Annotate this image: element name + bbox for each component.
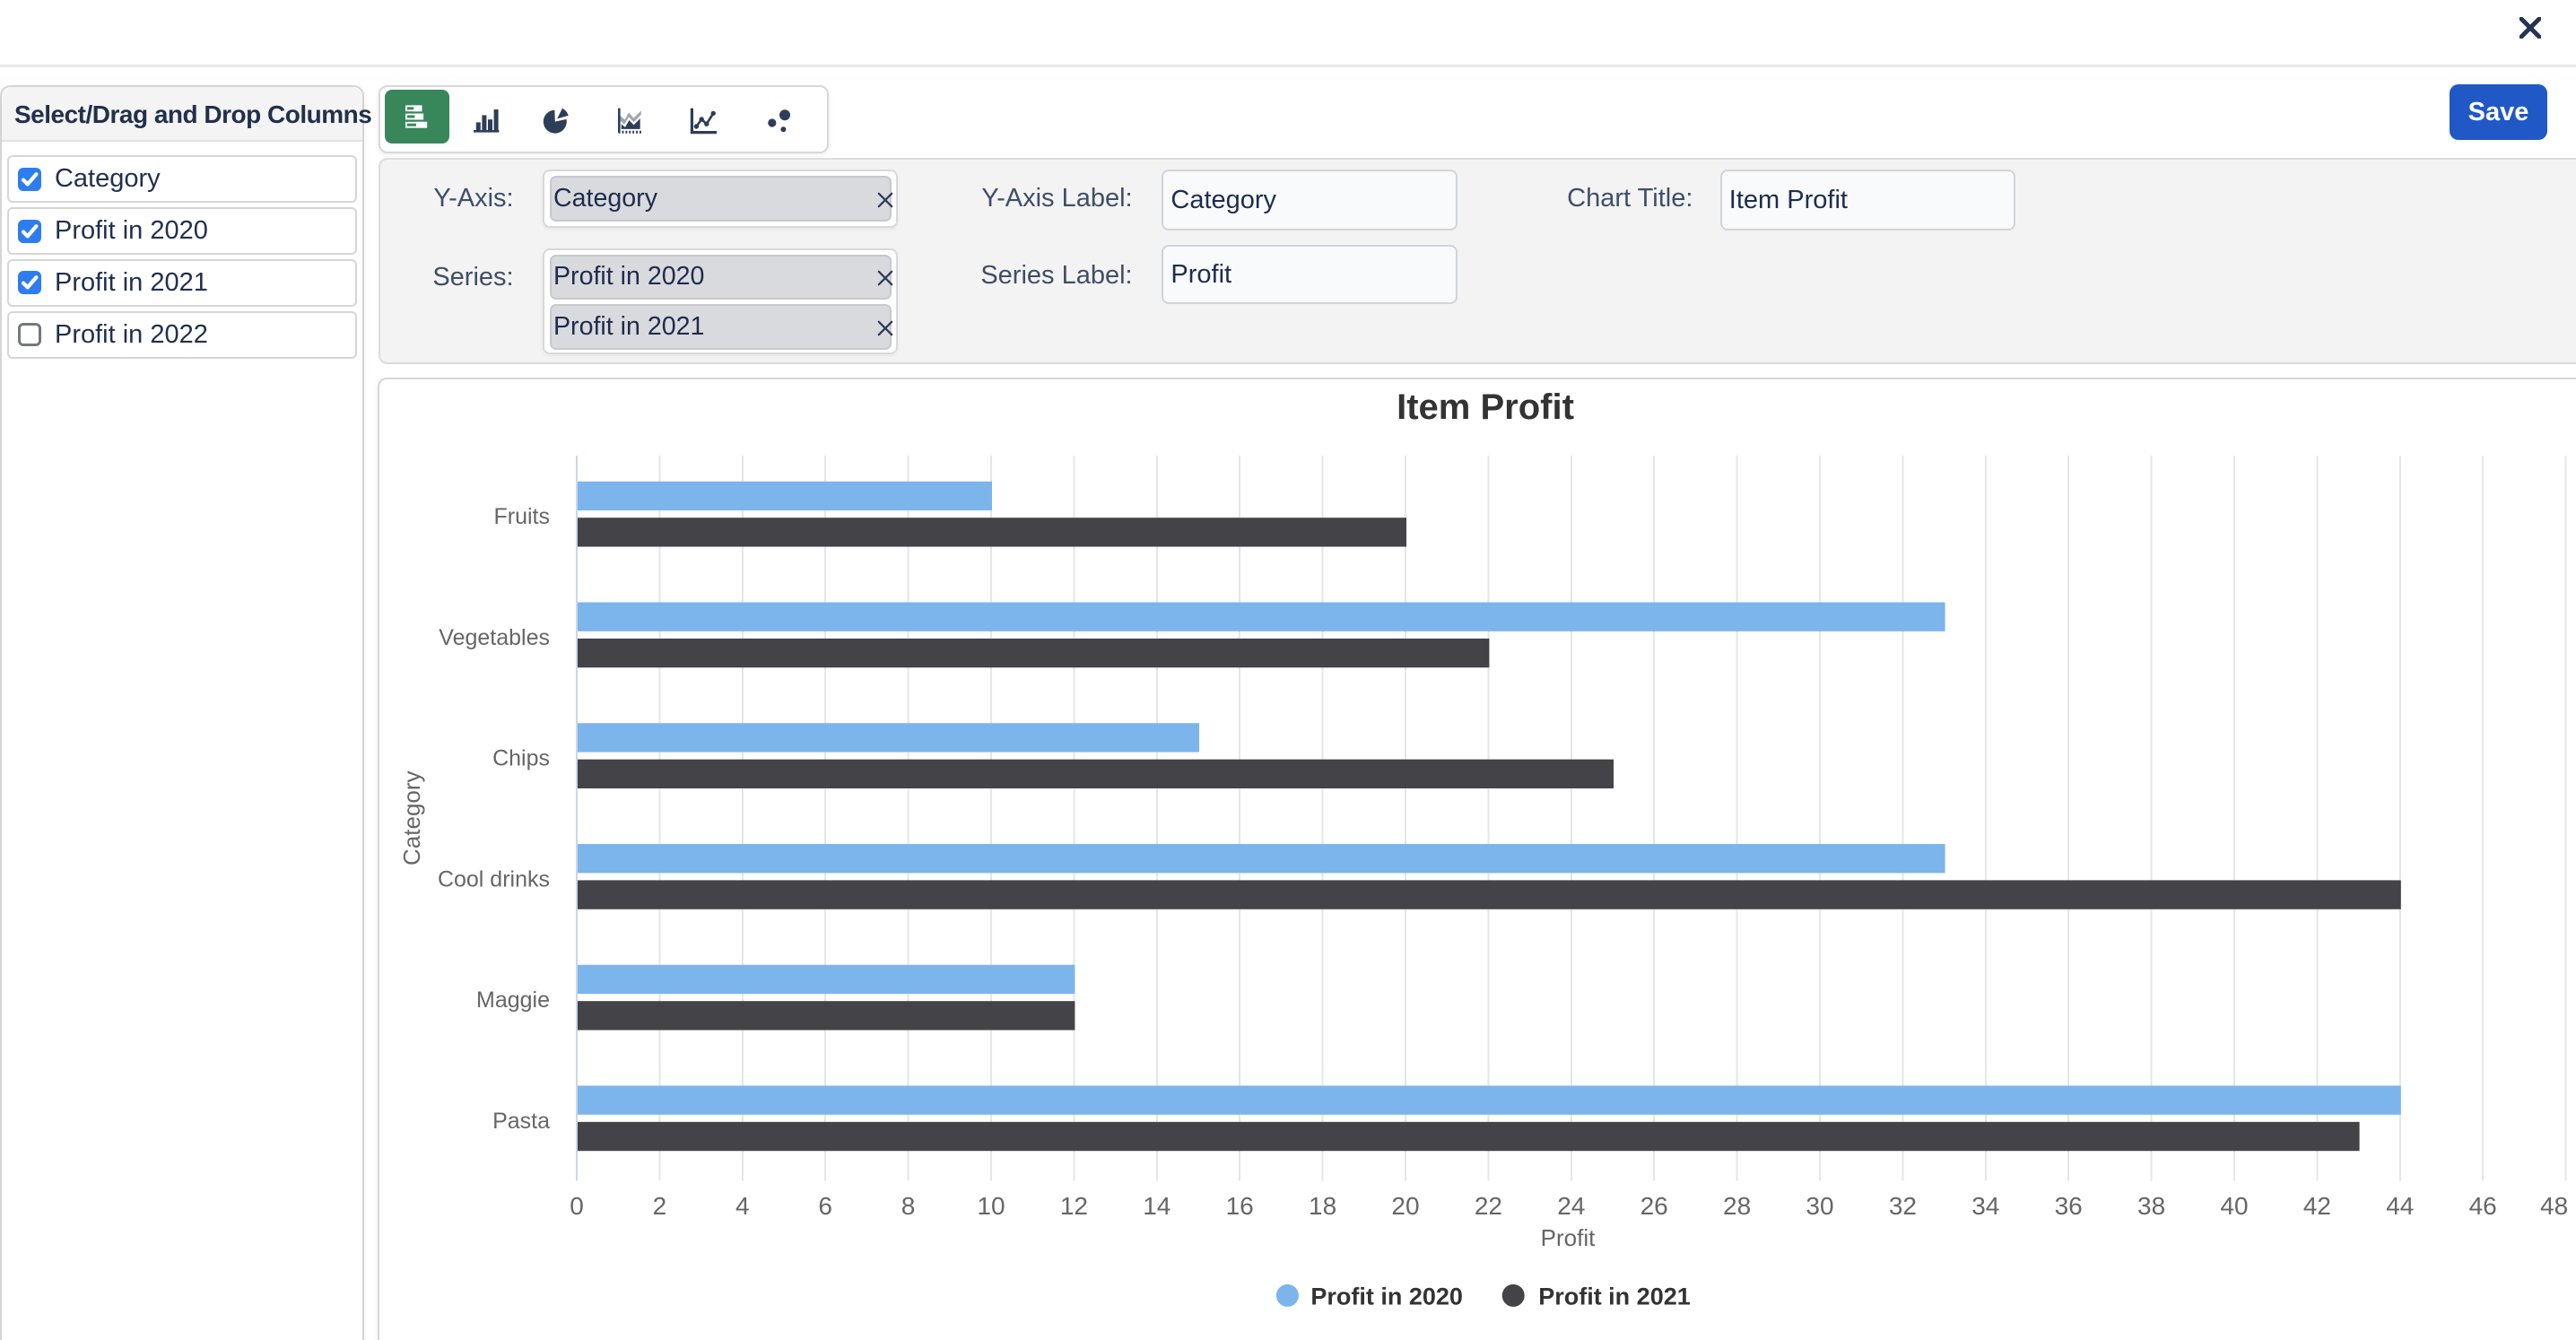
svg-text:38: 38: [2137, 1192, 2165, 1220]
svg-text:Vegetables: Vegetables: [439, 625, 550, 650]
svg-text:8: 8: [901, 1192, 916, 1220]
svg-text:6: 6: [818, 1192, 832, 1220]
svg-text:Profit: Profit: [1541, 1224, 1596, 1251]
svg-text:22: 22: [1475, 1192, 1502, 1220]
svg-text:44: 44: [2386, 1192, 2414, 1220]
svg-text:Chips: Chips: [492, 746, 550, 771]
svg-text:40: 40: [2220, 1192, 2248, 1220]
svg-text:36: 36: [2055, 1192, 2083, 1220]
svg-text:12: 12: [1060, 1192, 1088, 1220]
svg-text:4: 4: [735, 1192, 750, 1220]
svg-text:2: 2: [653, 1192, 667, 1220]
svg-text:46: 46: [2469, 1192, 2497, 1220]
svg-text:Profit in 2021: Profit in 2021: [1538, 1283, 1691, 1310]
svg-text:42: 42: [2303, 1192, 2331, 1220]
svg-text:14: 14: [1143, 1192, 1171, 1220]
svg-text:Profit in 2020: Profit in 2020: [1310, 1283, 1463, 1310]
svg-text:Category: Category: [398, 770, 425, 866]
svg-text:0: 0: [570, 1192, 584, 1220]
svg-text:Maggie: Maggie: [476, 988, 550, 1013]
svg-text:Pasta: Pasta: [492, 1109, 550, 1134]
svg-text:32: 32: [1889, 1192, 1917, 1220]
svg-text:Cool drinks: Cool drinks: [438, 866, 550, 892]
svg-text:18: 18: [1309, 1192, 1336, 1220]
svg-text:24: 24: [1557, 1192, 1585, 1220]
svg-text:26: 26: [1640, 1192, 1668, 1220]
svg-text:16: 16: [1226, 1192, 1254, 1220]
svg-text:30: 30: [1806, 1192, 1833, 1220]
svg-text:34: 34: [1971, 1192, 1999, 1220]
svg-text:20: 20: [1391, 1192, 1419, 1220]
svg-text:48: 48: [2540, 1192, 2568, 1220]
svg-text:Fruits: Fruits: [494, 504, 551, 529]
svg-text:28: 28: [1723, 1192, 1751, 1220]
svg-text:Item Profit: Item Profit: [1397, 387, 1574, 427]
svg-text:10: 10: [977, 1192, 1005, 1220]
